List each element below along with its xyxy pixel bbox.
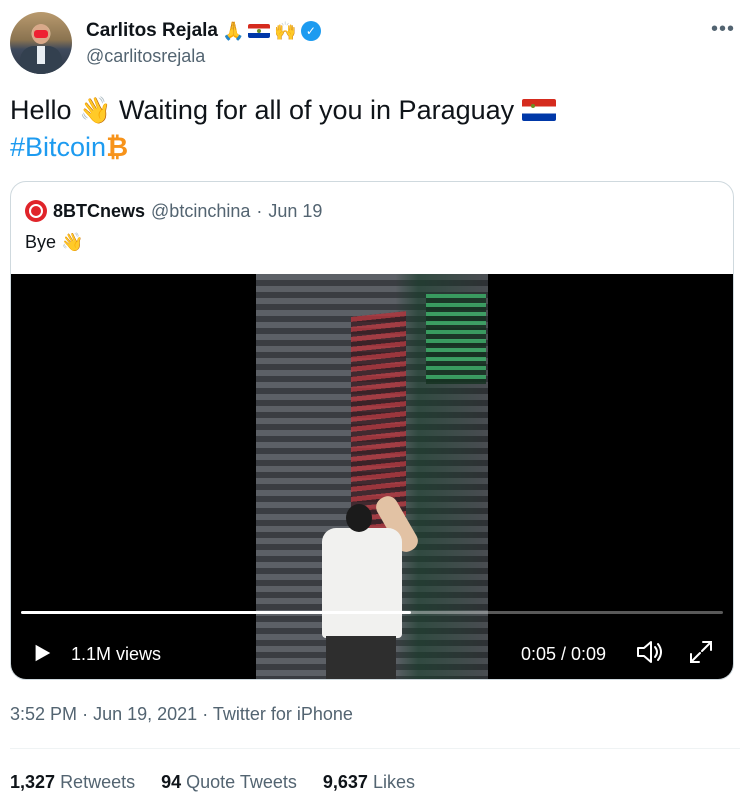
tweet-text-hello: Hello <box>10 95 72 125</box>
quoted-text-bye: Bye <box>25 232 57 252</box>
more-horizontal-icon: ••• <box>710 17 735 40</box>
likes-stat[interactable]: 9,637 Likes <box>323 772 415 793</box>
tweet-source[interactable]: Twitter for iPhone <box>213 704 353 724</box>
quoted-tweet[interactable]: 8BTCnews @btcinchina · Jun 19 Bye 👋 1.1M… <box>10 181 734 680</box>
quoted-tweet-text: Bye 👋 <box>25 232 83 253</box>
quoted-author-handle: @btcinchina <box>151 200 251 221</box>
play-icon[interactable] <box>31 642 53 664</box>
video-controls: 1.1M views 0:05 / 0:09 <box>11 634 733 670</box>
likes-count: 9,637 <box>322 772 368 792</box>
author-display-name[interactable]: Carlitos Rejala <box>86 20 218 42</box>
tweet-text: Hello 👋 Waiting for all of you in Paragu… <box>10 92 740 166</box>
bitcoin-hashtag-link[interactable]: #Bitcoin <box>10 132 106 162</box>
tweet-time[interactable]: 3:52 PM <box>10 704 77 724</box>
tweet-date[interactable]: Jun 19, 2021 <box>93 704 197 724</box>
author-handle[interactable]: @carlitosrejala <box>86 46 205 67</box>
more-options-button[interactable]: ••• <box>706 14 740 44</box>
bitcoin-icon: ₿ <box>106 132 129 162</box>
video-progress-fill <box>21 611 412 614</box>
raised-hands-emoji: 🙌 <box>274 21 297 41</box>
tweet-stats: 1,327 Retweets 94 Quote Tweets 9,637 Lik… <box>10 772 415 793</box>
wave-emoji: 👋 <box>61 232 84 252</box>
separator-dot: · <box>202 704 209 724</box>
quote-tweets-count: 94 <box>161 772 182 792</box>
retweets-stat[interactable]: 1,327 Retweets <box>10 772 135 793</box>
quote-tweets-label: Quote Tweets <box>186 772 297 792</box>
paraguay-flag-icon <box>521 99 556 121</box>
author-avatar[interactable] <box>10 12 72 74</box>
pray-emoji: 🙏 <box>222 21 245 41</box>
divider <box>10 748 740 749</box>
quoted-author-name: 8BTCnews <box>53 200 146 221</box>
verified-badge-icon: ✓ <box>300 21 321 41</box>
retweets-count: 1,327 <box>10 772 56 792</box>
likes-label: Likes <box>372 772 415 792</box>
quoted-author-avatar <box>25 200 47 222</box>
quote-tweets-stat[interactable]: 94 Quote Tweets <box>161 772 297 793</box>
wave-emoji: 👋 <box>79 95 112 125</box>
separator-dot: · <box>256 200 263 221</box>
video-player[interactable]: 1.1M views 0:05 / 0:09 <box>11 274 733 679</box>
quoted-tweet-header: 8BTCnews @btcinchina · Jun 19 <box>25 200 322 222</box>
volume-icon[interactable] <box>635 638 665 666</box>
video-time: 0:05 / 0:09 <box>521 644 607 664</box>
video-view-count: 1.1M views <box>71 644 162 664</box>
tweet-meta: 3:52 PM · Jun 19, 2021 · Twitter for iPh… <box>10 704 353 725</box>
video-frame <box>256 274 488 679</box>
tweet-text-body: Waiting for all of you in Paraguay <box>118 95 515 125</box>
author-name-row[interactable]: Carlitos Rejala 🙏 🙌 ✓ <box>86 20 321 42</box>
video-progress-bar[interactable] <box>21 611 723 614</box>
paraguay-flag-icon <box>248 24 271 38</box>
tweet-header: Carlitos Rejala 🙏 🙌 ✓ @carlitosrejala ••… <box>10 10 740 74</box>
quoted-tweet-date: Jun 19 <box>268 200 323 221</box>
separator-dot: · <box>82 704 89 724</box>
retweets-label: Retweets <box>60 772 136 792</box>
fullscreen-icon[interactable] <box>687 638 715 666</box>
